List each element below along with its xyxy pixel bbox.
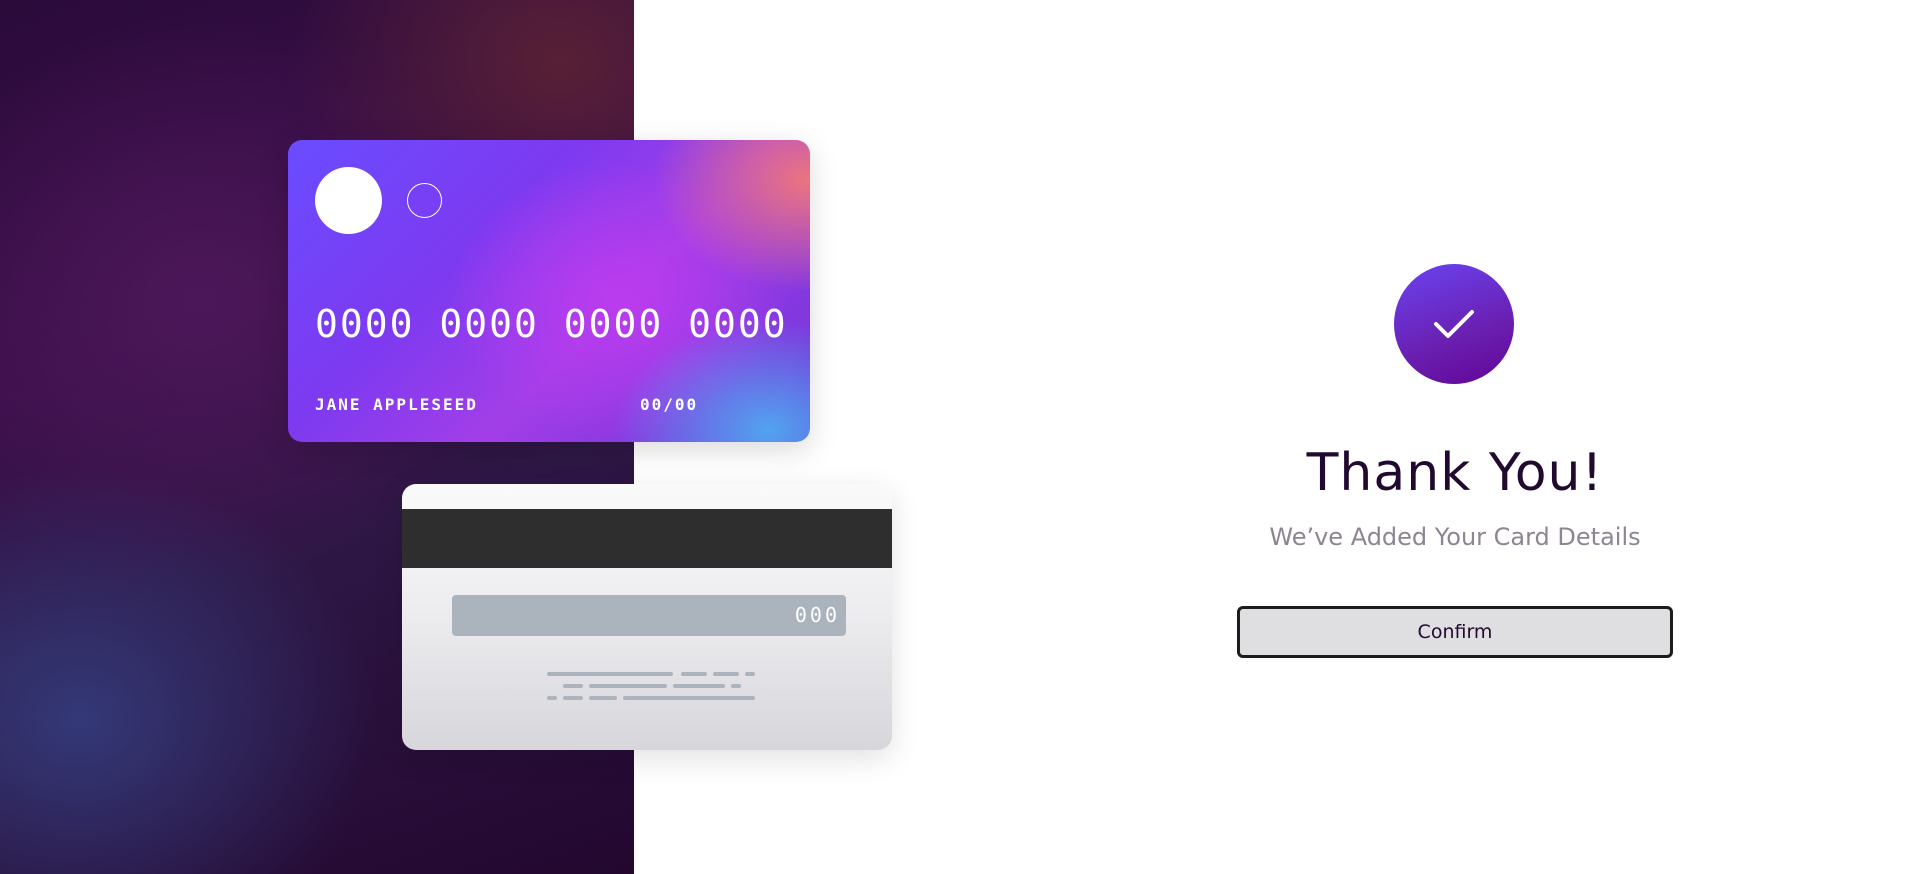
card-logo-outline-circle bbox=[407, 183, 442, 218]
page-title: Thank You! bbox=[1306, 443, 1604, 503]
card-expiry: 00/00 bbox=[640, 395, 699, 414]
page-subtitle: We’ve Added Your Card Details bbox=[1269, 523, 1641, 551]
page: 0000 0000 0000 0000 JANE APPLESEED 00/00… bbox=[0, 0, 1920, 874]
card-fine-print bbox=[547, 672, 755, 700]
success-badge bbox=[1394, 264, 1514, 384]
card-number: 0000 0000 0000 0000 bbox=[315, 302, 788, 346]
magnetic-stripe bbox=[402, 509, 892, 568]
card-cvc: 000 bbox=[794, 603, 840, 627]
card-back: 000 bbox=[402, 484, 892, 750]
checkmark-icon bbox=[1434, 310, 1474, 338]
confirm-button[interactable]: Confirm bbox=[1237, 606, 1673, 658]
cardholder-name: JANE APPLESEED bbox=[315, 395, 478, 414]
signature-strip: 000 bbox=[452, 595, 846, 636]
card-logo-filled-circle bbox=[315, 167, 382, 234]
card-front: 0000 0000 0000 0000 JANE APPLESEED 00/00 bbox=[288, 140, 810, 442]
